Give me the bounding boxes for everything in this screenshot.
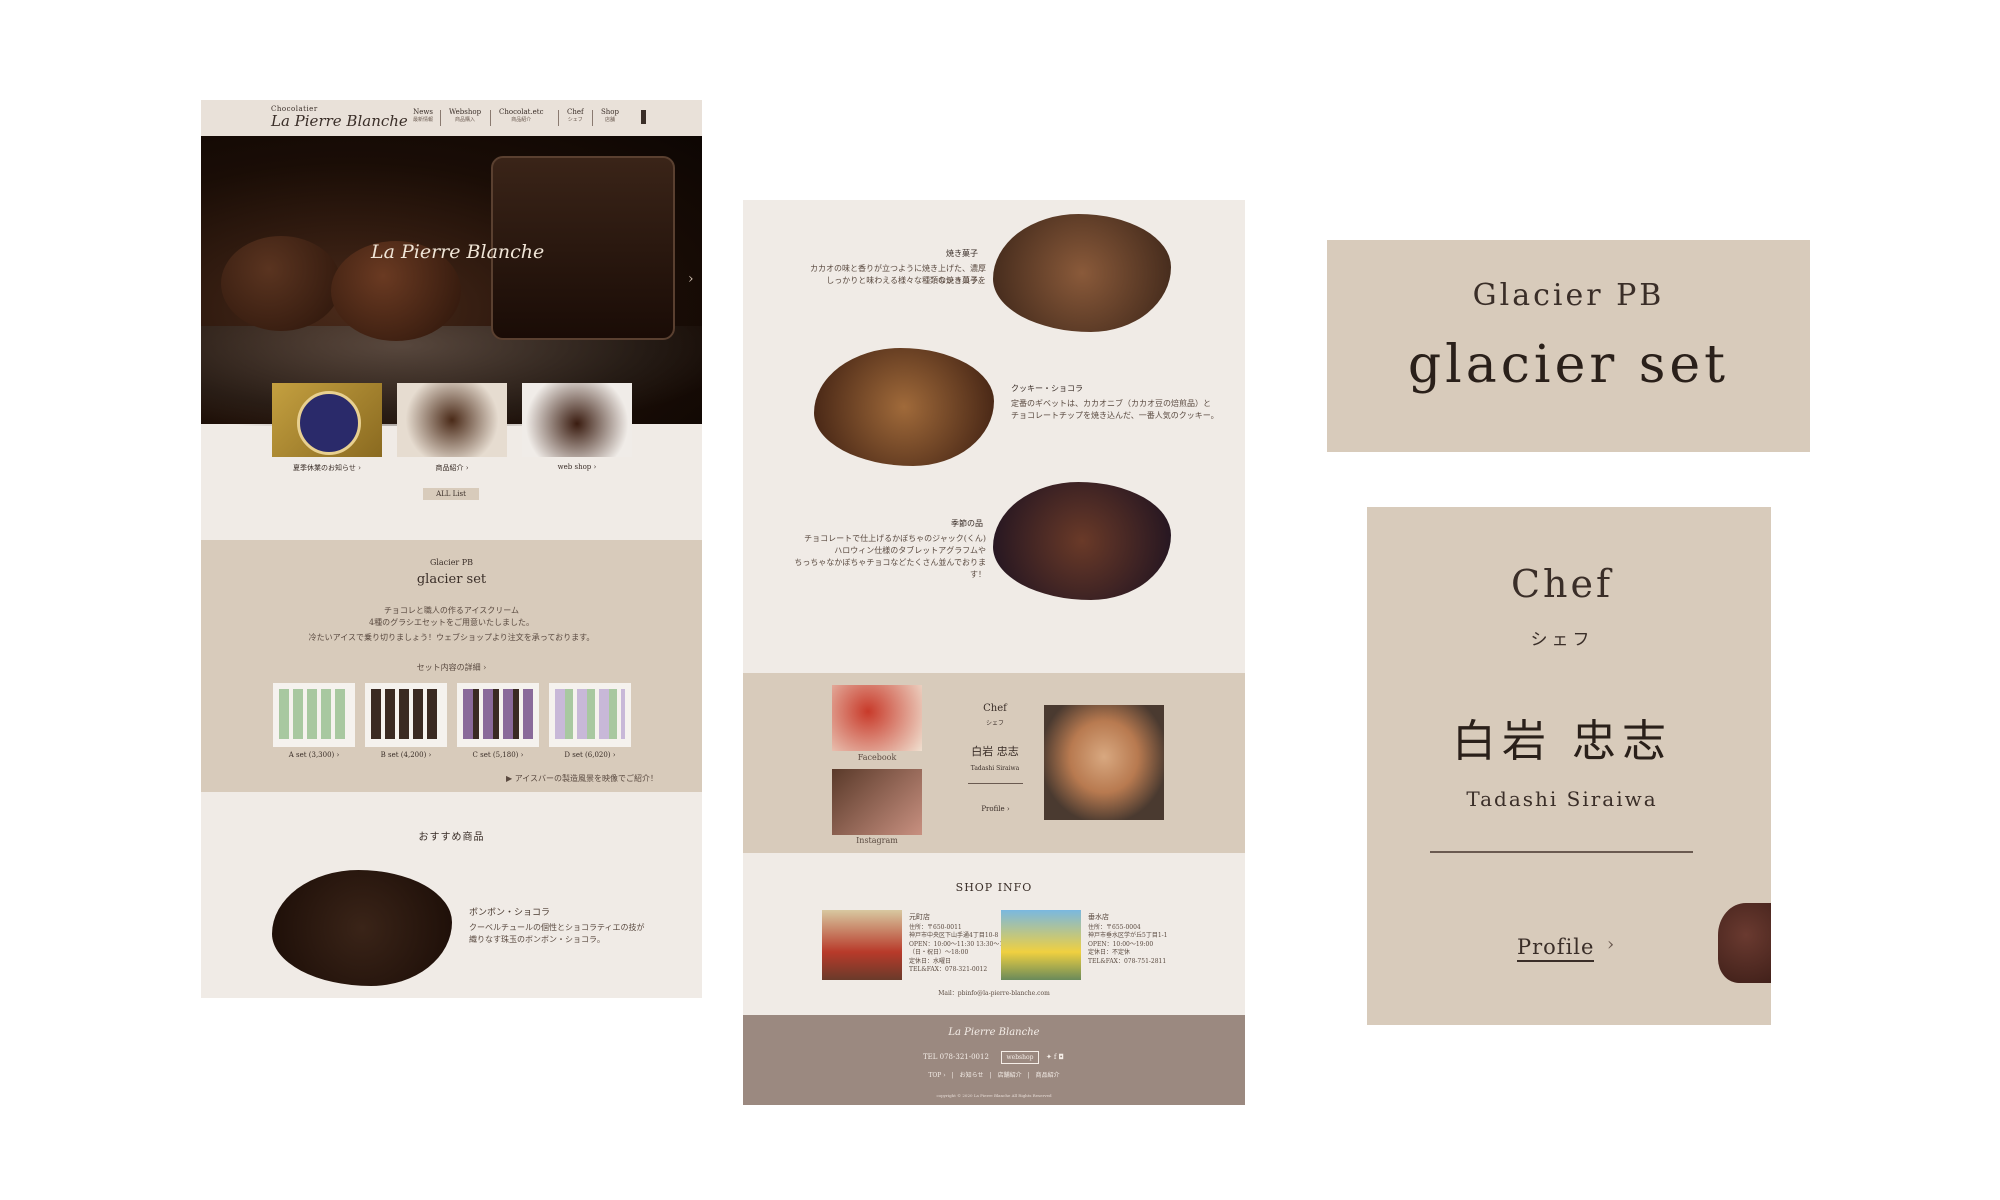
chef-subtitle: シェフ xyxy=(985,720,1004,727)
video-link[interactable]: ▶ アイスバーの製造風景を映像でご紹介！ xyxy=(506,773,658,785)
divider xyxy=(1430,851,1693,853)
set-d-label[interactable]: D set (6,020) › xyxy=(545,751,635,759)
nav-webshop[interactable]: Webshop 商品購入 xyxy=(449,108,481,123)
hero-image: La Pierre Blanche › xyxy=(201,136,702,426)
set-detail-link[interactable]: セット内容の詳細 › xyxy=(201,662,702,674)
baked-goods-image[interactable] xyxy=(993,214,1171,332)
chocolate-cookie xyxy=(221,236,341,331)
webshop-link[interactable]: web shop › xyxy=(517,463,637,471)
chef-name: 白岩 忠志 xyxy=(971,745,1019,758)
item-desc: チョコレートチップを焼き込んだ、一番人気のクッキー。 xyxy=(1011,411,1219,420)
profile-link[interactable]: Profile › xyxy=(968,805,1023,813)
chef-roman-name: Tadashi Siraiwa xyxy=(1466,787,1658,811)
set-c-image[interactable] xyxy=(457,683,539,747)
chef-photo-edge xyxy=(1718,903,1771,983)
all-list-button[interactable]: ALL List xyxy=(423,488,479,500)
shop-address: 住所：〒655-0004 神戸市垂水区学が丘5丁目1-1 OPEN：10:00〜19… xyxy=(1088,924,1168,965)
nav-divider xyxy=(592,110,593,126)
news-thumbnail[interactable] xyxy=(272,383,382,457)
glacier-subtitle: Glacier PB xyxy=(429,558,474,567)
shop-tarumi-photo xyxy=(1001,910,1081,980)
shop-name: 垂水店 xyxy=(1088,913,1109,921)
social-icons[interactable]: ✦f◘ xyxy=(1046,1053,1066,1061)
seasonal-image[interactable] xyxy=(993,482,1171,600)
footer-links[interactable]: TOP › | お知らせ | 店舗紹介 | 商品紹介 xyxy=(743,1070,1245,1079)
hero-title: La Pierre Blanche xyxy=(371,241,545,263)
brand-emblem-icon xyxy=(297,391,361,455)
item-title: クッキー・ショコラ xyxy=(1011,384,1083,393)
set-c-label[interactable]: C set (5,180) › xyxy=(453,751,543,759)
chef-subtitle: シェフ xyxy=(1530,630,1594,650)
facebook-image[interactable] xyxy=(832,685,922,751)
glacier-desc: 冷たいアイスで乗り切りましょう！ウェブショップより注文を承っております。 xyxy=(308,633,595,642)
glacier-title: glacier set xyxy=(1407,335,1730,395)
profile-link[interactable]: Profile xyxy=(1517,935,1595,962)
facebook-label[interactable]: Facebook xyxy=(832,752,922,764)
instagram-icon[interactable]: ◘ xyxy=(1058,1053,1066,1061)
instagram-label[interactable]: Instagram xyxy=(832,835,922,847)
item-desc: しっかりと味わえる様々な種類の焼き菓子。 xyxy=(826,276,986,285)
menu-icon[interactable] xyxy=(641,110,646,124)
set-b-label[interactable]: B set (4,200) › xyxy=(361,751,451,759)
news-link[interactable]: 夏季休業のお知らせ › xyxy=(267,463,387,473)
next-arrow-icon[interactable]: › xyxy=(688,271,694,287)
twitter-icon[interactable]: ✦ xyxy=(1046,1053,1054,1061)
item-desc: ハロウィン仕様のタブレットアグラフムや xyxy=(834,546,986,555)
site-logo[interactable]: La Pierre Blanche xyxy=(271,112,408,130)
nav-divider xyxy=(490,110,491,126)
homepage-screenshot: Chocolatier La Pierre Blanche News 最新情報 W… xyxy=(201,100,702,998)
set-a-image[interactable] xyxy=(273,683,355,747)
chef-photo xyxy=(1044,705,1164,820)
glacier-subtitle: Glacier PB xyxy=(1472,278,1665,313)
instagram-image[interactable] xyxy=(832,769,922,835)
nav-chocolat[interactable]: Chocolat.etc 商品紹介 xyxy=(499,108,544,123)
chef-section: Facebook Instagram Chef シェフ 白岩 忠志 Tadash… xyxy=(743,673,1245,853)
set-b-image[interactable] xyxy=(365,683,447,747)
site-header: Chocolatier La Pierre Blanche News 最新情報 W… xyxy=(201,100,702,136)
shop-motomachi-photo xyxy=(822,910,902,980)
product-link[interactable]: 商品紹介 › xyxy=(392,463,512,473)
chevron-right-icon[interactable]: › xyxy=(1607,934,1614,955)
item-title: 焼き菓子 xyxy=(946,249,978,258)
chef-name: 白岩 忠志 xyxy=(1452,716,1672,767)
glacier-desc: チョコレと職人の作るアイスクリーム xyxy=(383,606,520,615)
cookie-jars-image[interactable] xyxy=(814,348,994,466)
chef-title: Chef xyxy=(983,703,1007,714)
nav-divider xyxy=(440,110,441,126)
chef-zoom: Chef シェフ 白岩 忠志 Tadashi Siraiwa Profile › xyxy=(1367,507,1771,1025)
recommend-item-desc: 織りなす珠玉のボンボン・ショコラ。 xyxy=(469,935,605,944)
footer-webshop-button[interactable]: webshop xyxy=(1001,1051,1039,1064)
webshop-thumbnail[interactable] xyxy=(522,383,632,457)
shop-name: 元町店 xyxy=(909,913,930,921)
nav-shop[interactable]: Shop 店舗 xyxy=(601,108,619,123)
glacier-title: glacier set xyxy=(416,572,487,587)
copyright: copyright © 2020 La Pierre Blanche All R… xyxy=(936,1093,1052,1098)
product-thumbnail[interactable] xyxy=(397,383,507,457)
item-title: 季節の品 xyxy=(951,519,983,528)
divider xyxy=(968,783,1023,784)
chef-title: Chef xyxy=(1510,562,1614,606)
nav-news[interactable]: News 最新情報 xyxy=(413,108,433,123)
set-d-image[interactable] xyxy=(549,683,631,747)
nav-divider xyxy=(558,110,559,126)
recommend-item-title: ボンボン・ショコラ xyxy=(469,908,551,918)
footer-tel: TEL 078-321-0012 xyxy=(923,1053,989,1061)
set-a-label[interactable]: A set (3,300) › xyxy=(269,751,359,759)
item-desc: 定番のギベットは、カカオニブ（カカオ豆の焙煎品）と xyxy=(1011,399,1211,408)
site-footer: La Pierre Blanche TEL 078-321-0012 websh… xyxy=(743,1015,1245,1105)
footer-logo[interactable]: La Pierre Blanche xyxy=(743,1027,1245,1038)
recommend-item-desc: クーベルチュールの個性とショコラティエの技が xyxy=(469,923,645,932)
chef-roman-name: Tadashi Siraiwa xyxy=(970,765,1020,772)
mail-address[interactable]: Mail：pbinfo@la-pierre-blanche.com xyxy=(743,989,1245,998)
bonbon-image[interactable] xyxy=(272,870,452,986)
item-desc: チョコレートで仕上げるかぼちゃのジャック(くん) xyxy=(804,534,986,543)
subpage-screenshot: 焼き菓子 カカオの味と香りが立つように焼き上げた、濃厚なショコラを しっかりと味… xyxy=(743,200,1245,1105)
nav-chef[interactable]: Chef シェフ xyxy=(567,108,584,123)
recommend-title: おすすめ商品 xyxy=(418,832,485,843)
shop-info-title: SHOP INFO xyxy=(955,881,1033,894)
glacier-desc: 4種のグラシエセットをご用意いたしました。 xyxy=(369,618,534,627)
glacier-set-zoom: Glacier PB glacier set xyxy=(1327,240,1810,452)
item-desc: ちっちゃなかぼちゃチョコなどたくさん並んでおります！ xyxy=(794,558,986,579)
